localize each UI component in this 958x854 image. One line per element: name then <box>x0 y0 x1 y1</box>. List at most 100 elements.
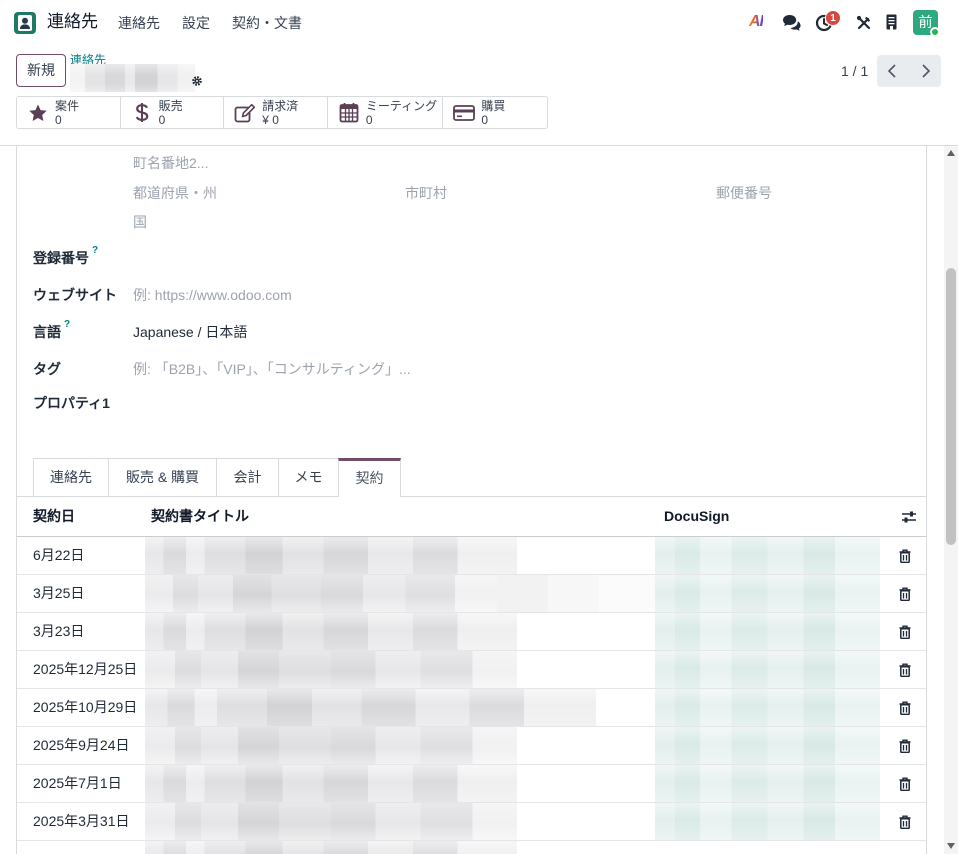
docusign-redacted <box>655 765 880 802</box>
app-name[interactable]: 連絡先 <box>47 11 98 33</box>
chevron-right-icon <box>922 64 931 78</box>
contract-date: 2025年7月1日 <box>33 775 122 791</box>
column-contract-title[interactable]: 契約書タイトル <box>151 497 249 536</box>
country-input[interactable]: 国 <box>133 214 147 231</box>
contract-title-redacted <box>145 613 517 650</box>
scrollbar-thumb[interactable] <box>946 268 956 545</box>
credit-card-icon <box>453 102 476 123</box>
smart-button-opportunities[interactable]: 案件 0 <box>17 97 121 128</box>
chat-icon[interactable] <box>782 14 801 31</box>
table-row[interactable]: 2025年9月24日 <box>17 727 926 765</box>
star-icon <box>27 102 49 123</box>
gear-icon[interactable] <box>192 73 202 86</box>
trash-icon[interactable] <box>899 587 911 601</box>
language-select[interactable]: Japanese / 日本語 <box>133 324 247 341</box>
contract-title-redacted <box>145 803 517 840</box>
trash-icon[interactable] <box>899 701 911 715</box>
smart-button-label: 案件 <box>55 99 80 113</box>
table-row[interactable]: 2025年12月25日 <box>17 651 926 689</box>
tools-icon[interactable] <box>856 15 872 31</box>
smart-button-label: 請求済 <box>262 99 299 113</box>
smart-button-value: ¥ 0 <box>262 113 279 127</box>
smart-button-label: ミーティング <box>365 99 438 113</box>
column-contract-date[interactable]: 契約日 <box>33 497 75 536</box>
trash-icon[interactable] <box>899 663 911 677</box>
table-row[interactable]: 3月23日 <box>17 613 926 651</box>
new-button[interactable]: 新規 <box>16 54 66 87</box>
smart-button-sales[interactable]: 販売 0 <box>121 97 225 128</box>
trash-icon[interactable] <box>899 739 911 753</box>
tags-label-text: タグ <box>33 361 61 377</box>
contract-title-redacted <box>145 689 596 726</box>
docusign-redacted <box>655 537 880 574</box>
city-input[interactable]: 市町村 <box>405 185 447 202</box>
contract-date: 3月23日 <box>33 623 85 639</box>
website-label-text: ウェブサイト <box>33 287 117 303</box>
trash-icon[interactable] <box>899 625 911 639</box>
smart-button-value: 0 <box>158 113 166 127</box>
state-input[interactable]: 都道府県・州 <box>133 185 217 202</box>
scroll-down-arrow-icon[interactable] <box>947 843 955 849</box>
ai-icon[interactable]: AI <box>749 12 764 32</box>
trash-icon[interactable] <box>899 549 911 563</box>
online-status-dot <box>930 27 940 37</box>
contacts-app-icon[interactable] <box>14 12 36 34</box>
smart-button-value: 0 <box>481 113 489 127</box>
zip-input[interactable]: 郵便番号 <box>716 185 772 202</box>
contract-date: 3月25日 <box>33 585 85 601</box>
table-row[interactable]: 6月22日 <box>17 537 926 575</box>
menu-item-contracts-documents[interactable]: 契約・文書 <box>232 13 302 33</box>
tags-input[interactable]: 例: 「B2B」、「VIP」、「コンサルティング」... <box>133 361 411 378</box>
building-icon[interactable] <box>886 14 897 30</box>
menu-item-settings[interactable]: 設定 <box>182 13 210 33</box>
smart-button-label: 購買 <box>481 99 506 113</box>
smart-button-meetings[interactable]: ミーティング 0 <box>328 97 444 128</box>
vat-input[interactable] <box>133 246 893 270</box>
activity-count-badge: 1 <box>825 10 841 26</box>
contract-title-redacted <box>145 727 517 764</box>
tab-contacts[interactable]: 連絡先 <box>33 458 109 496</box>
table-row[interactable]: 2025年10月29日 <box>17 689 926 727</box>
column-docusign[interactable]: DocuSign <box>664 497 729 536</box>
dollar-icon <box>131 102 153 123</box>
tab-contracts[interactable]: 契約 <box>338 458 401 497</box>
table-row[interactable]: 2025年7月1日 <box>17 765 926 803</box>
chevron-left-icon <box>887 64 896 78</box>
docusign-redacted <box>655 689 880 726</box>
tab-sales-purchase[interactable]: 販売 & 購買 <box>108 458 217 496</box>
website-input[interactable]: 例: https://www.odoo.com <box>133 287 292 304</box>
table-row-partial[interactable] <box>17 841 926 854</box>
smart-button-purchases[interactable]: 購買 0 <box>443 97 547 128</box>
trash-icon[interactable] <box>899 815 911 829</box>
vat-label: 登録番号 ? <box>33 246 98 267</box>
vat-help-tooltip[interactable]: ? <box>92 246 98 267</box>
menu-item-contacts[interactable]: 連絡先 <box>118 13 160 33</box>
contract-date: 6月22日 <box>33 547 85 563</box>
table-row[interactable]: 2025年3月31日 <box>17 803 926 841</box>
tab-notes[interactable]: メモ <box>278 458 339 496</box>
smart-button-label: 販売 <box>158 99 183 113</box>
optional-columns-sliders-icon[interactable] <box>901 510 917 524</box>
docusign-redacted <box>655 613 880 650</box>
invoice-edit-icon <box>234 102 256 123</box>
table-row[interactable]: 3月25日 <box>17 575 926 613</box>
scroll-up-arrow-icon[interactable] <box>947 150 955 156</box>
calendar-icon <box>338 102 360 123</box>
smart-button-invoiced[interactable]: 請求済 ¥ 0 <box>224 97 328 128</box>
pager-previous-button[interactable] <box>877 55 909 87</box>
language-help-tooltip[interactable]: ? <box>64 320 70 341</box>
docusign-redacted <box>655 575 880 612</box>
trash-icon[interactable] <box>899 777 911 791</box>
smart-button-bar: 案件 0 販売 0 請求済 ¥ 0 ミーティング 0 購買 0 <box>16 96 548 129</box>
website-label: ウェブサイト <box>33 287 117 304</box>
language-label-text: 言語 <box>33 324 61 340</box>
street2-input[interactable]: 町名番地2... <box>133 155 208 172</box>
tab-accounting[interactable]: 会計 <box>216 458 279 496</box>
docusign-redacted <box>655 803 880 840</box>
record-name-redacted <box>70 64 195 92</box>
contract-date: 2025年12月25日 <box>33 661 138 677</box>
tags-label: タグ <box>33 361 61 378</box>
pager-value[interactable]: 1 / 1 <box>841 62 868 80</box>
pager-next-button[interactable] <box>909 55 941 87</box>
contract-title-redacted <box>145 537 517 574</box>
